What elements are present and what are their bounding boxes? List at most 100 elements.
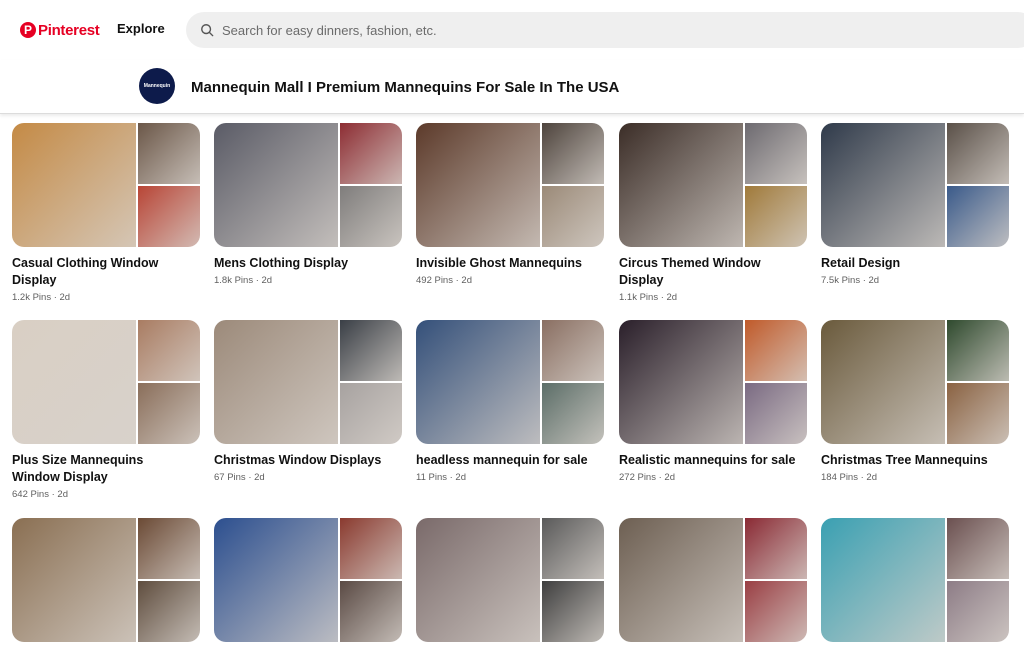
board-thumbnail-image xyxy=(745,518,807,579)
board-cover-collage[interactable] xyxy=(214,123,402,247)
board-title[interactable]: Retail Design xyxy=(821,255,1001,272)
board-cover-image xyxy=(821,320,945,444)
board-side-images xyxy=(138,320,200,444)
board-card[interactable]: Casual Clothing Window Display 1.2k Pins … xyxy=(12,123,200,303)
board-pin-count: 1.8k Pins · 2d xyxy=(214,275,273,286)
search-bar[interactable] xyxy=(186,12,1024,48)
board-thumbnail-image xyxy=(138,383,200,444)
board-card[interactable]: headless mannequin for sale 11 Pins · 2d xyxy=(416,320,604,483)
board-title[interactable]: Casual Clothing Window Display xyxy=(12,255,192,289)
board-thumbnail-image xyxy=(138,186,200,247)
board-side-images xyxy=(542,518,604,642)
pinterest-logo-icon: P xyxy=(20,22,36,38)
board-thumbnail-image xyxy=(947,383,1009,444)
board-cover-image xyxy=(214,320,338,444)
board-side-images xyxy=(947,518,1009,642)
board-cover-collage[interactable] xyxy=(214,320,402,444)
board-side-images xyxy=(745,518,807,642)
board-card[interactable] xyxy=(821,518,1009,642)
board-cover-collage[interactable] xyxy=(416,518,604,642)
board-cover-collage[interactable] xyxy=(416,123,604,247)
search-input[interactable] xyxy=(222,22,922,38)
board-cover-collage[interactable] xyxy=(12,123,200,247)
board-thumbnail-image xyxy=(340,518,402,579)
board-pin-count: 642 Pins · 2d xyxy=(12,489,68,500)
board-side-images xyxy=(947,320,1009,444)
board-cover-image xyxy=(416,123,540,247)
board-title[interactable]: Christmas Window Displays xyxy=(214,452,394,469)
board-thumbnail-image xyxy=(542,123,604,184)
board-cover-collage[interactable] xyxy=(619,320,807,444)
explore-link[interactable]: Explore xyxy=(117,21,165,36)
board-title[interactable]: Mannequin Mall I Premium Mannequins For … xyxy=(191,79,619,96)
board-card[interactable]: Realistic mannequins for sale 272 Pins · … xyxy=(619,320,807,483)
board-cover-collage[interactable] xyxy=(821,320,1009,444)
board-thumbnail-image xyxy=(340,320,402,381)
board-thumbnail-image xyxy=(138,123,200,184)
logo-text: Pinterest xyxy=(38,21,100,39)
board-cover-image xyxy=(821,518,945,642)
board-thumbnail-image xyxy=(542,581,604,642)
board-card[interactable]: Plus Size Mannequins Window Display 642 P… xyxy=(12,320,200,500)
board-side-images xyxy=(542,320,604,444)
pinterest-logo[interactable]: P Pinterest xyxy=(20,19,100,41)
board-cover-collage[interactable] xyxy=(619,518,807,642)
board-title[interactable]: Circus Themed Window Display xyxy=(619,255,799,289)
board-side-images xyxy=(138,123,200,247)
board-card[interactable] xyxy=(12,518,200,642)
board-thumbnail-image xyxy=(745,383,807,444)
board-cover-collage[interactable] xyxy=(12,518,200,642)
board-thumbnail-image xyxy=(340,383,402,444)
board-pin-count: 272 Pins · 2d xyxy=(619,472,675,483)
board-cover-image xyxy=(12,518,136,642)
board-card[interactable] xyxy=(416,518,604,642)
board-cover-collage[interactable] xyxy=(416,320,604,444)
board-cover-image xyxy=(821,123,945,247)
board-cover-image xyxy=(12,320,136,444)
board-title[interactable]: Invisible Ghost Mannequins xyxy=(416,255,596,272)
board-cover-image xyxy=(416,518,540,642)
board-card[interactable]: Christmas Tree Mannequins 184 Pins · 2d xyxy=(821,320,1009,483)
board-side-images xyxy=(340,518,402,642)
board-card[interactable]: Christmas Window Displays 67 Pins · 2d xyxy=(214,320,402,483)
top-navigation: P Pinterest Explore xyxy=(0,0,1024,60)
board-title[interactable]: Realistic mannequins for sale xyxy=(619,452,799,469)
board-cover-collage[interactable] xyxy=(12,320,200,444)
board-side-images xyxy=(138,518,200,642)
board-cover-image xyxy=(214,518,338,642)
board-thumbnail-image xyxy=(947,186,1009,247)
board-title[interactable]: Plus Size Mannequins Window Display xyxy=(12,452,192,486)
board-title[interactable]: headless mannequin for sale xyxy=(416,452,596,469)
board-pin-count: 492 Pins · 2d xyxy=(416,275,472,286)
board-cover-collage[interactable] xyxy=(821,518,1009,642)
board-card[interactable] xyxy=(619,518,807,642)
board-cover-collage[interactable] xyxy=(821,123,1009,247)
board-pin-count: 7.5k Pins · 2d xyxy=(821,275,880,286)
board-avatar[interactable]: Mannequin mall xyxy=(139,68,175,104)
board-card[interactable]: Retail Design 7.5k Pins · 2d xyxy=(821,123,1009,286)
board-thumbnail-image xyxy=(745,186,807,247)
board-cover-collage[interactable] xyxy=(619,123,807,247)
board-thumbnail-image xyxy=(745,320,807,381)
board-thumbnail-image xyxy=(745,123,807,184)
board-card[interactable]: Circus Themed Window Display 1.1k Pins · … xyxy=(619,123,807,303)
board-card[interactable]: Mens Clothing Display 1.8k Pins · 2d xyxy=(214,123,402,286)
board-side-images xyxy=(340,320,402,444)
board-cover-image xyxy=(619,123,743,247)
board-pin-count: 67 Pins · 2d xyxy=(214,472,265,483)
board-card[interactable]: Invisible Ghost Mannequins 492 Pins · 2d xyxy=(416,123,604,286)
board-side-images xyxy=(542,123,604,247)
board-cover-image xyxy=(214,123,338,247)
board-pin-count: 184 Pins · 2d xyxy=(821,472,877,483)
board-header: Mannequin mall Mannequin Mall I Premium … xyxy=(0,60,1024,114)
board-card[interactable] xyxy=(214,518,402,642)
board-side-images xyxy=(947,123,1009,247)
board-title[interactable]: Mens Clothing Display xyxy=(214,255,394,272)
board-thumbnail-image xyxy=(138,581,200,642)
board-side-images xyxy=(745,320,807,444)
board-title[interactable]: Christmas Tree Mannequins xyxy=(821,452,1001,469)
board-thumbnail-image xyxy=(340,581,402,642)
board-cover-collage[interactable] xyxy=(214,518,402,642)
board-thumbnail-image xyxy=(947,123,1009,184)
board-thumbnail-image xyxy=(542,518,604,579)
